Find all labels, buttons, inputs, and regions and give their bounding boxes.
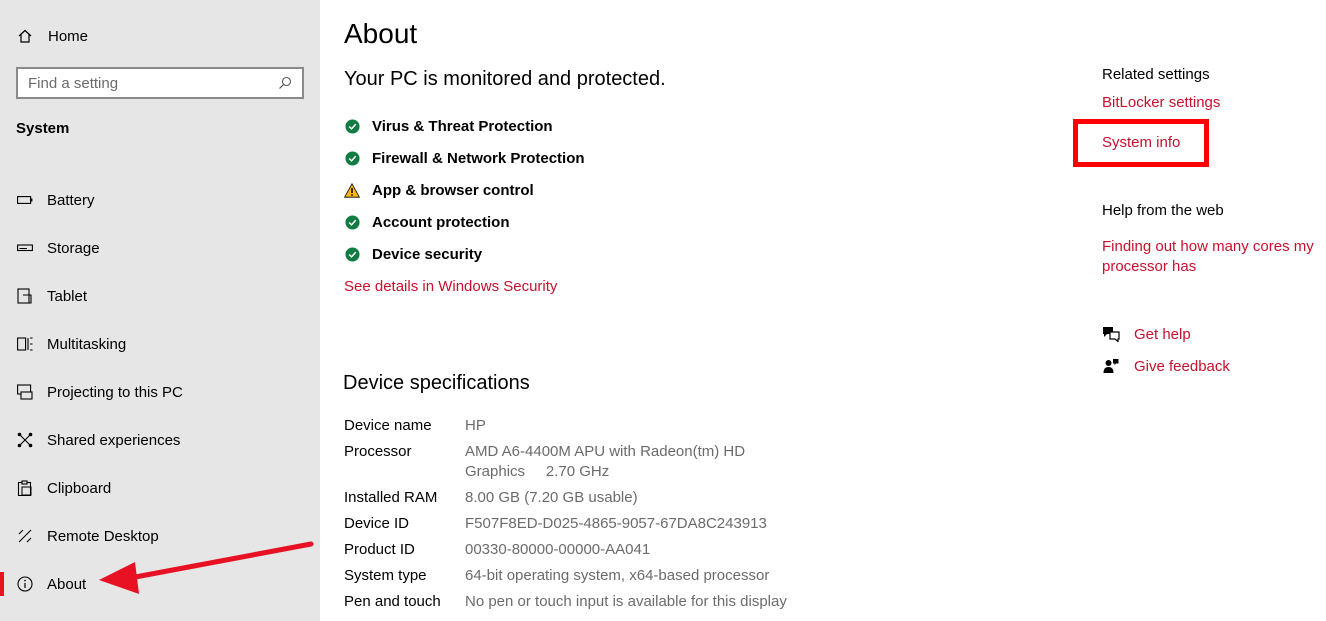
help-from-web-heading: Help from the web <box>1102 202 1224 219</box>
sidebar-item-label: Shared experiences <box>47 431 181 449</box>
specs-heading: Device specifications <box>343 372 530 394</box>
sidebar-item-storage[interactable]: Storage <box>0 224 320 272</box>
chat-help-icon <box>1102 325 1120 343</box>
search-input[interactable] <box>28 74 278 92</box>
list-item: Account protection <box>344 206 585 238</box>
protection-label: Virus & Threat Protection <box>372 117 553 135</box>
active-indicator <box>0 572 4 596</box>
tablet-icon <box>16 287 34 305</box>
check-circle-icon <box>344 118 360 134</box>
spec-value: AMD A6-4400M APU with Radeon(tm) HD Grap… <box>465 443 750 480</box>
sidebar-item-label: Storage <box>47 239 100 257</box>
protection-label: Device security <box>372 245 483 263</box>
shared-experiences-icon <box>16 431 34 449</box>
windows-security-link[interactable]: See details in Windows Security <box>344 278 557 295</box>
sidebar-item-label: Projecting to this PC <box>47 383 183 401</box>
home-icon <box>16 27 34 45</box>
battery-icon <box>16 191 34 209</box>
projecting-icon <box>16 383 34 401</box>
spec-value: No pen or touch input is available for t… <box>465 593 787 610</box>
spec-value: HP <box>465 417 486 434</box>
sidebar-item-clipboard[interactable]: Clipboard <box>0 464 320 512</box>
feedback-person-icon <box>1102 357 1120 375</box>
give-feedback-label: Give feedback <box>1134 357 1230 375</box>
section-title: System <box>16 120 70 137</box>
related-settings-heading: Related settings <box>1102 66 1210 83</box>
get-help-button[interactable]: Get help <box>1102 325 1191 343</box>
sidebar-item-label: Battery <box>47 191 95 209</box>
list-item: App & browser control <box>344 174 585 206</box>
clipboard-icon <box>16 479 34 497</box>
table-row: Device ID F507F8ED-D025-4865-9057-67DA8C… <box>344 514 805 534</box>
table-row: Processor AMD A6-4400M APU with Radeon(t… <box>344 442 805 482</box>
check-circle-icon <box>344 214 360 230</box>
table-row: Product ID 00330-80000-00000-AA041 <box>344 540 805 560</box>
specs-table: Device name HP Processor AMD A6-4400M AP… <box>344 416 805 618</box>
spec-key: Device name <box>344 417 432 434</box>
spec-key: Processor <box>344 443 412 460</box>
table-row: System type 64-bit operating system, x64… <box>344 566 805 586</box>
spec-key: System type <box>344 567 427 584</box>
spec-key: Installed RAM <box>344 489 438 506</box>
home-button[interactable]: Home <box>16 24 88 48</box>
spec-value: F507F8ED-D025-4865-9057-67DA8C243913 <box>465 515 767 532</box>
sidebar-item-about[interactable]: About <box>0 560 320 608</box>
table-row: Device name HP <box>344 416 805 436</box>
check-circle-icon <box>344 150 360 166</box>
spec-key: Device ID <box>344 515 410 532</box>
page-title: About <box>344 18 418 49</box>
list-item: Virus & Threat Protection <box>344 110 585 142</box>
cores-help-link[interactable]: Finding out how many cores my processor … <box>1102 237 1324 277</box>
warning-icon <box>344 182 360 198</box>
sidebar-nav: Battery Storage Tablet Multitasking Proj… <box>0 176 320 608</box>
sidebar-item-tablet[interactable]: Tablet <box>0 272 320 320</box>
spec-value: 00330-80000-00000-AA041 <box>465 541 651 558</box>
home-label: Home <box>48 27 89 45</box>
get-help-label: Get help <box>1134 325 1191 343</box>
spec-key: Pen and touch <box>344 593 441 610</box>
spec-value: 64-bit operating system, x64-based proce… <box>465 567 770 584</box>
sidebar: Home System Battery Storage Tablet <box>0 0 320 621</box>
protection-heading: Your PC is monitored and protected. <box>344 68 666 90</box>
list-item: Firewall & Network Protection <box>344 142 585 174</box>
bitlocker-settings-link[interactable]: BitLocker settings <box>1102 93 1220 113</box>
spec-value: 8.00 GB (7.20 GB usable) <box>465 489 638 506</box>
storage-icon <box>16 239 34 257</box>
protection-label: App & browser control <box>372 181 534 199</box>
sidebar-item-multitasking[interactable]: Multitasking <box>0 320 320 368</box>
protection-label: Account protection <box>372 213 510 231</box>
system-info-link[interactable]: System info <box>1102 133 1180 153</box>
spec-key: Product ID <box>344 541 415 558</box>
sidebar-item-label: Clipboard <box>47 479 112 497</box>
sidebar-item-label: Multitasking <box>47 335 127 353</box>
multitasking-icon <box>16 335 34 353</box>
search-icon[interactable] <box>278 76 292 90</box>
sidebar-item-battery[interactable]: Battery <box>0 176 320 224</box>
sidebar-item-label: Tablet <box>47 287 88 305</box>
sidebar-item-shared-experiences[interactable]: Shared experiences <box>0 416 320 464</box>
remote-desktop-icon <box>16 527 34 545</box>
table-row: Pen and touch No pen or touch input is a… <box>344 592 805 612</box>
info-icon <box>16 575 34 593</box>
check-circle-icon <box>344 246 360 262</box>
table-row: Installed RAM 8.00 GB (7.20 GB usable) <box>344 488 805 508</box>
sidebar-item-label: About <box>47 575 87 593</box>
protection-label: Firewall & Network Protection <box>372 149 585 167</box>
give-feedback-button[interactable]: Give feedback <box>1102 357 1230 375</box>
sidebar-item-projecting[interactable]: Projecting to this PC <box>0 368 320 416</box>
sidebar-item-label: Remote Desktop <box>47 527 159 545</box>
sidebar-item-remote-desktop[interactable]: Remote Desktop <box>0 512 320 560</box>
search-box[interactable] <box>16 67 304 99</box>
protection-list: Virus & Threat Protection Firewall & Net… <box>344 110 585 270</box>
list-item: Device security <box>344 238 585 270</box>
